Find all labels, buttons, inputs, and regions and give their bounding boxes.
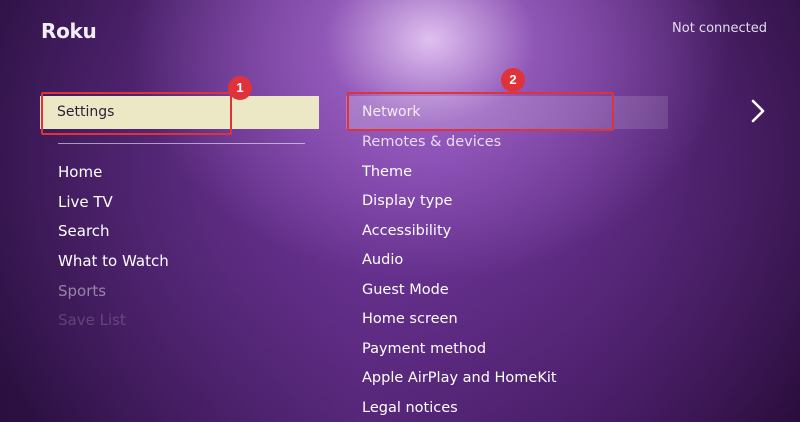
settings-item-display-type[interactable]: Display type	[362, 190, 557, 220]
settings-item-airplay-homekit[interactable]: Apple AirPlay and HomeKit	[362, 367, 557, 397]
settings-item-audio[interactable]: Audio	[362, 249, 557, 279]
connection-status: Not connected	[672, 21, 767, 36]
main-menu: Home Live TV Search What to Watch Sports…	[58, 161, 169, 339]
menu-item-live-tv[interactable]: Live TV	[58, 191, 169, 221]
settings-item-remotes-devices[interactable]: Remotes & devices	[362, 131, 557, 161]
annotation-box-1	[41, 92, 232, 135]
menu-item-search[interactable]: Search	[58, 220, 169, 250]
menu-item-save-list[interactable]: Save List	[58, 309, 169, 339]
annotation-badge-2: 2	[501, 68, 525, 92]
chevron-right-icon[interactable]	[748, 98, 768, 124]
roku-logo: Roku	[41, 19, 97, 43]
settings-item-accessibility[interactable]: Accessibility	[362, 220, 557, 250]
settings-item-legal-notices[interactable]: Legal notices	[362, 397, 557, 422]
settings-item-payment-method[interactable]: Payment method	[362, 338, 557, 368]
menu-item-home[interactable]: Home	[58, 161, 169, 191]
settings-item-guest-mode[interactable]: Guest Mode	[362, 279, 557, 309]
menu-item-what-to-watch[interactable]: What to Watch	[58, 250, 169, 280]
annotation-badge-1: 1	[228, 76, 252, 100]
menu-divider	[58, 143, 305, 144]
annotation-box-2	[347, 92, 614, 131]
settings-item-theme[interactable]: Theme	[362, 161, 557, 191]
menu-item-sports[interactable]: Sports	[58, 280, 169, 310]
settings-menu: Remotes & devices Theme Display type Acc…	[362, 131, 557, 422]
settings-item-home-screen[interactable]: Home screen	[362, 308, 557, 338]
